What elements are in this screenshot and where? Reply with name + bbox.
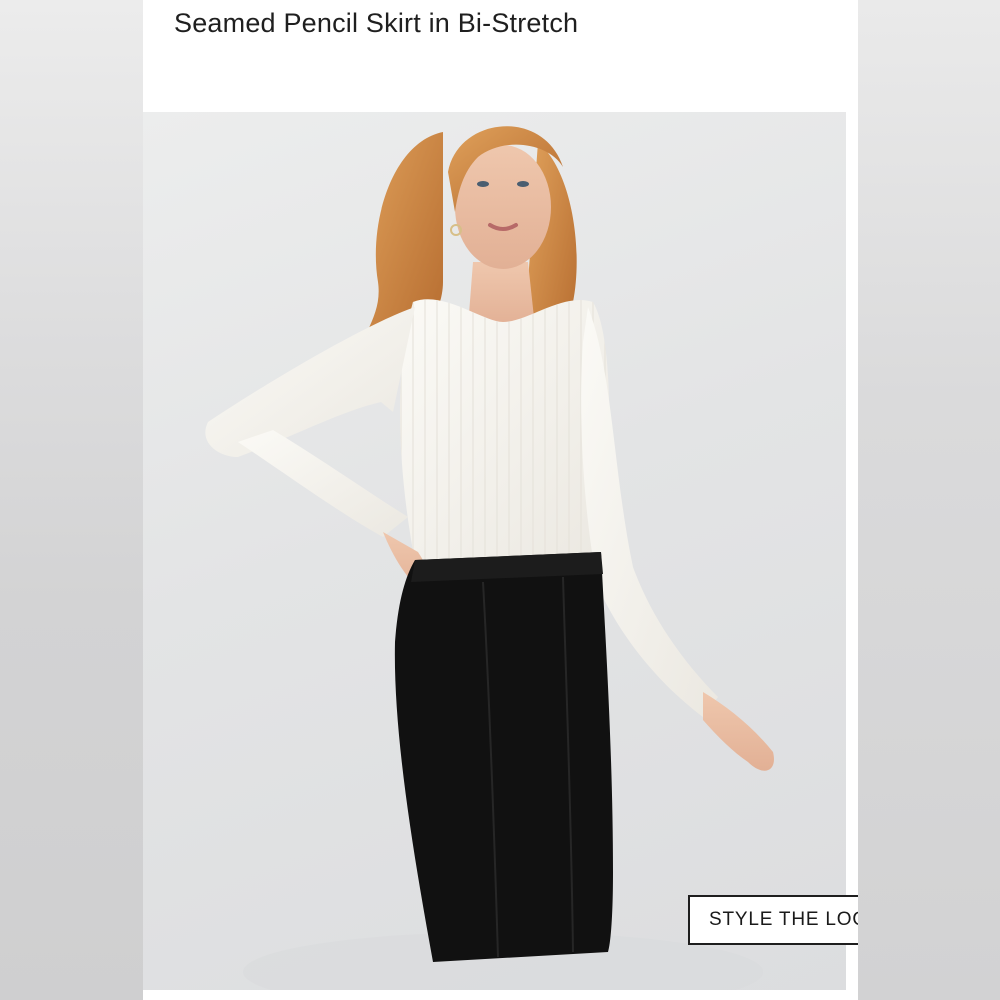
blurred-right-margin	[858, 0, 1000, 1000]
style-the-look-button[interactable]: STYLE THE LOOK	[688, 895, 858, 945]
product-card: Seamed Pencil Skirt in Bi-Stretch STYLE …	[143, 0, 858, 1000]
model-photo-icon	[205, 126, 774, 990]
product-photo[interactable]	[143, 112, 846, 990]
product-title: Seamed Pencil Skirt in Bi-Stretch	[174, 8, 579, 38]
blurred-left-margin	[0, 0, 143, 1000]
